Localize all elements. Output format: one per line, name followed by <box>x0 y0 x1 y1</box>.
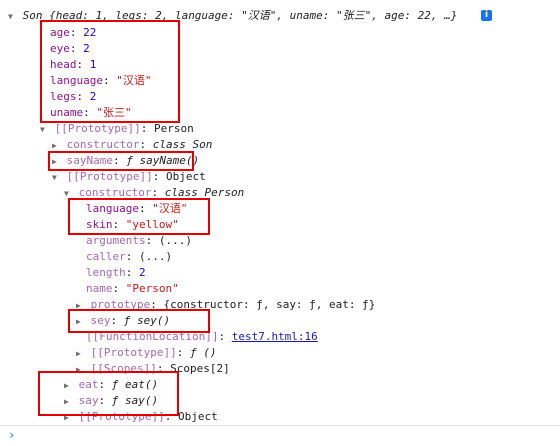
console-input[interactable]: › <box>0 425 560 446</box>
collapse-triangle-icon[interactable]: ▼ <box>52 170 60 186</box>
prompt-chevron-icon: › <box>8 428 16 442</box>
expand-triangle-icon[interactable]: ▶ <box>76 346 84 362</box>
prototype-fn-row[interactable]: ▶ [[Prototype]]: ƒ () <box>76 345 216 361</box>
source-link[interactable]: test7.html:16 <box>232 330 318 343</box>
annotation-box-eat-say <box>38 371 179 416</box>
prototype-object-row[interactable]: ▼ [[Prototype]]: Object <box>52 169 206 185</box>
annotation-box-sey <box>68 309 210 333</box>
person-prop-length: length: 2 <box>86 266 146 279</box>
person-prop-arguments[interactable]: arguments: (...) <box>86 233 192 249</box>
annotation-box-own-props <box>40 20 180 123</box>
person-prop-caller[interactable]: caller: (...) <box>86 249 172 265</box>
collapse-triangle-icon[interactable]: ▼ <box>40 122 48 138</box>
collapse-triangle-icon[interactable]: ▼ <box>8 9 16 25</box>
info-icon[interactable]: i <box>481 10 492 21</box>
annotation-box-sayname <box>48 151 194 171</box>
person-prop-name: name: "Person" <box>86 282 179 295</box>
annotation-box-person-props <box>68 198 210 235</box>
prototype-person-row[interactable]: ▼ [[Prototype]]: Person <box>40 121 194 137</box>
